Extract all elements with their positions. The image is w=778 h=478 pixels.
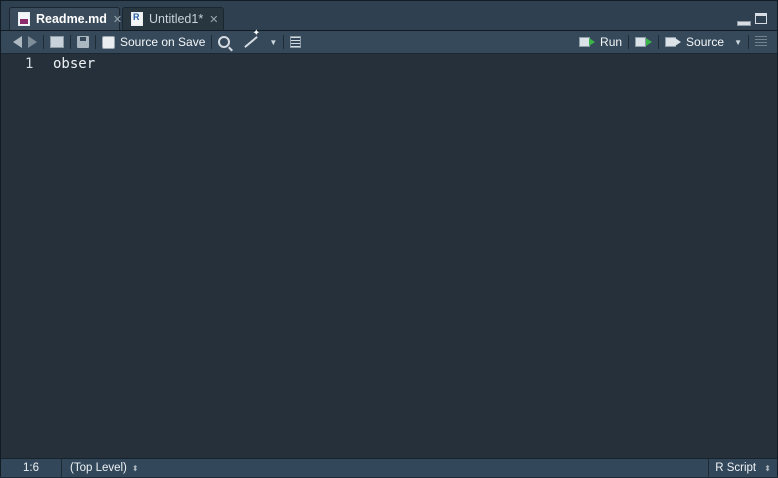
tab-readme[interactable]: Readme.md ✕	[9, 7, 122, 30]
toolbar-divider	[283, 35, 285, 49]
chevron-down-icon[interactable]: ▼	[734, 38, 742, 47]
cursor-position: 1:6	[1, 459, 62, 477]
toolbar-divider	[658, 35, 660, 49]
line-number: 1	[25, 56, 34, 72]
close-tab-icon[interactable]: ✕	[209, 13, 218, 26]
file-type-label: R Script	[715, 462, 757, 474]
code-tools-menu[interactable]: ▼	[243, 31, 277, 53]
file-type-selector[interactable]: R Script ⬍	[708, 459, 777, 477]
magic-wand-icon	[244, 36, 259, 48]
document-outline-icon[interactable]	[755, 36, 767, 48]
source-on-save-label: Source on Save	[120, 35, 206, 49]
toolbar-divider	[95, 35, 96, 49]
toolbar-divider	[211, 35, 213, 49]
maximize-pane-icon[interactable]	[755, 13, 767, 24]
tab-bar: Readme.md ✕ Untitled1* ✕	[1, 1, 777, 31]
show-in-window-icon[interactable]	[50, 36, 64, 48]
back-arrow-icon[interactable]	[13, 36, 22, 48]
toolbar-divider	[628, 35, 630, 49]
updown-chevron-icon[interactable]: ⬍	[132, 464, 139, 473]
compile-report-icon[interactable]	[290, 36, 302, 48]
r-script-doc-icon	[131, 12, 143, 26]
updown-chevron-icon: ⬍	[764, 464, 771, 473]
tab-label: Readme.md	[36, 12, 107, 26]
editor-toolbar: Source on Save ▼ Run Source ▼	[1, 31, 777, 54]
source-label: Source	[686, 35, 725, 49]
code-line[interactable]: obser	[53, 56, 95, 72]
toolbar-divider	[70, 35, 71, 49]
source-button[interactable]: Source ▼	[665, 31, 742, 53]
toolbar-divider	[43, 35, 44, 49]
source-icon	[665, 36, 682, 48]
close-tab-icon[interactable]: ✕	[113, 13, 122, 26]
source-editor-pane: Readme.md ✕ Untitled1* ✕ Source on Save	[0, 0, 778, 477]
tab-untitled1[interactable]: Untitled1* ✕	[122, 7, 224, 30]
run-label: Run	[600, 35, 623, 49]
source-on-save-toggle[interactable]: Source on Save	[102, 31, 205, 53]
toolbar-divider	[748, 35, 749, 49]
tab-label: Untitled1*	[149, 12, 204, 26]
rerun-icon[interactable]	[635, 36, 653, 48]
status-bar: 1:6 (Top Level) ⬍ R Script ⬍	[1, 458, 777, 477]
code-editor[interactable]: 1 obser	[1, 54, 777, 458]
source-on-save-checkbox[interactable]	[102, 35, 115, 49]
pane-window-controls	[737, 13, 767, 26]
save-icon[interactable]	[77, 36, 89, 48]
chevron-down-icon: ▼	[269, 37, 278, 47]
scope-selector[interactable]: (Top Level)	[70, 462, 127, 474]
search-icon[interactable]	[218, 36, 231, 48]
markdown-doc-icon	[18, 12, 30, 26]
minimize-pane-icon[interactable]	[737, 21, 751, 26]
run-button[interactable]: Run	[579, 31, 622, 53]
forward-arrow-icon[interactable]	[28, 36, 37, 48]
run-icon	[579, 36, 596, 48]
